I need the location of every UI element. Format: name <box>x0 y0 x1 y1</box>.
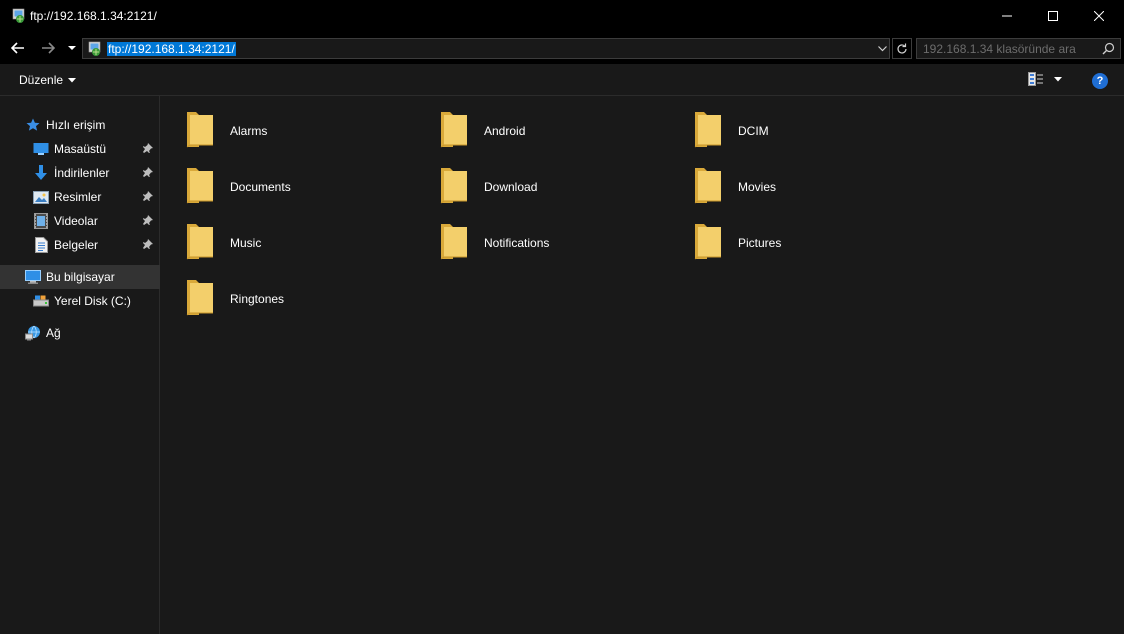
sidebar-item-label: Belgeler <box>54 238 99 252</box>
folder-item[interactable]: Download <box>438 164 678 214</box>
sidebar-item-label: Videolar <box>54 214 98 228</box>
navigation-bar: ftp://192.168.1.34:2121/ 192.168.1.34 kl… <box>0 32 1124 64</box>
folder-name: Download <box>484 180 538 194</box>
folder-item[interactable]: DCIM <box>692 108 932 158</box>
folder-name: Pictures <box>738 236 782 250</box>
view-details-icon <box>1028 72 1043 86</box>
folder-icon <box>694 224 721 260</box>
folder-name: Ringtones <box>230 292 285 306</box>
documents-icon <box>33 237 49 253</box>
sidebar-item-network[interactable]: Ağ <box>0 321 181 345</box>
minimize-icon <box>1002 15 1012 17</box>
videos-icon <box>33 213 49 229</box>
sidebar-item-label: Bu bilgisayar <box>46 270 115 284</box>
folder-icon <box>186 112 213 148</box>
change-view-button[interactable] <box>1028 72 1062 86</box>
download-icon <box>33 165 49 181</box>
minimize-button[interactable] <box>984 0 1030 32</box>
refresh-button[interactable] <box>892 38 912 59</box>
address-bar[interactable]: ftp://192.168.1.34:2121/ <box>82 38 890 59</box>
maximize-icon <box>1048 11 1058 21</box>
sidebar-item-label: Ağ <box>46 326 61 340</box>
command-bar: Düzenle ? <box>0 64 1124 96</box>
sidebar-item-label: İndirilenler <box>54 166 110 180</box>
sidebar-item-this-pc[interactable]: Bu bilgisayar <box>0 265 181 289</box>
folder-icon <box>440 168 467 204</box>
organize-menu-button[interactable]: Düzenle <box>19 73 77 87</box>
chevron-down-icon <box>68 45 76 50</box>
chevron-down-icon <box>877 45 887 51</box>
folder-item[interactable]: Alarms <box>184 108 424 158</box>
folder-item[interactable]: Music <box>184 220 424 270</box>
chevron-down-icon <box>68 77 77 82</box>
folder-name: Android <box>484 124 526 138</box>
refresh-icon <box>897 43 907 54</box>
ftp-location-icon <box>11 8 27 24</box>
pin-icon <box>143 238 153 252</box>
folder-icon <box>186 224 213 260</box>
search-icon[interactable] <box>1102 42 1115 58</box>
chevron-down-icon <box>1054 76 1062 81</box>
folder-view: Alarms Android DCIM Documents Download M… <box>160 96 1124 634</box>
drive-icon <box>33 293 49 309</box>
folder-item[interactable]: Documents <box>184 164 424 214</box>
computer-icon <box>25 269 41 285</box>
desktop-icon <box>33 141 49 157</box>
pictures-icon <box>33 189 49 205</box>
maximize-button[interactable] <box>1030 0 1076 32</box>
search-input[interactable]: 192.168.1.34 klasöründe ara <box>916 38 1121 59</box>
address-history-button[interactable] <box>874 38 890 59</box>
folder-item[interactable]: Ringtones <box>184 276 424 326</box>
sidebar-item-label: Resimler <box>54 190 102 204</box>
window-title: ftp://192.168.1.34:2121/ <box>30 9 157 23</box>
pin-icon <box>143 214 153 228</box>
folder-name: Alarms <box>230 124 268 138</box>
folder-icon <box>440 224 467 260</box>
pin-icon <box>143 142 153 156</box>
close-button[interactable] <box>1076 0 1122 32</box>
close-icon <box>1094 11 1104 21</box>
help-button[interactable]: ? <box>1092 73 1108 89</box>
sidebar-item-quick-access[interactable]: Hızlı erişim <box>0 113 181 137</box>
folder-name: Notifications <box>484 236 550 250</box>
sidebar-item-label: Yerel Disk (C:) <box>54 294 131 308</box>
folder-item[interactable]: Movies <box>692 164 932 214</box>
folder-icon <box>694 168 721 204</box>
search-placeholder: 192.168.1.34 klasöründe ara <box>923 42 1076 56</box>
sidebar-item-label: Masaüstü <box>54 142 107 156</box>
network-icon <box>25 325 41 341</box>
recent-locations-button[interactable] <box>62 38 82 58</box>
folder-item[interactable]: Android <box>438 108 678 158</box>
folder-name: Movies <box>738 180 777 194</box>
folder-name: Music <box>230 236 262 250</box>
sidebar-item-label: Hızlı erişim <box>46 118 106 132</box>
arrow-right-icon <box>42 42 55 54</box>
star-icon <box>25 117 41 133</box>
folder-name: DCIM <box>738 124 769 138</box>
back-button[interactable] <box>6 38 30 58</box>
folder-icon <box>186 280 213 316</box>
folder-item[interactable]: Notifications <box>438 220 678 270</box>
navigation-pane: Hızlı erişim Masaüstü İndirilenler Resim… <box>0 96 181 634</box>
folder-item[interactable]: Pictures <box>692 220 932 270</box>
title-bar: ftp://192.168.1.34:2121/ <box>0 0 1124 32</box>
folder-name: Documents <box>230 180 291 194</box>
folder-icon <box>694 112 721 148</box>
folder-icon <box>186 168 213 204</box>
pin-icon <box>143 166 153 180</box>
address-text[interactable]: ftp://192.168.1.34:2121/ <box>107 42 236 56</box>
folder-icon <box>440 112 467 148</box>
pin-icon <box>143 190 153 204</box>
organize-label: Düzenle <box>19 73 64 87</box>
ftp-location-icon <box>87 41 103 57</box>
arrow-left-icon <box>11 42 24 54</box>
forward-button[interactable] <box>36 38 60 58</box>
